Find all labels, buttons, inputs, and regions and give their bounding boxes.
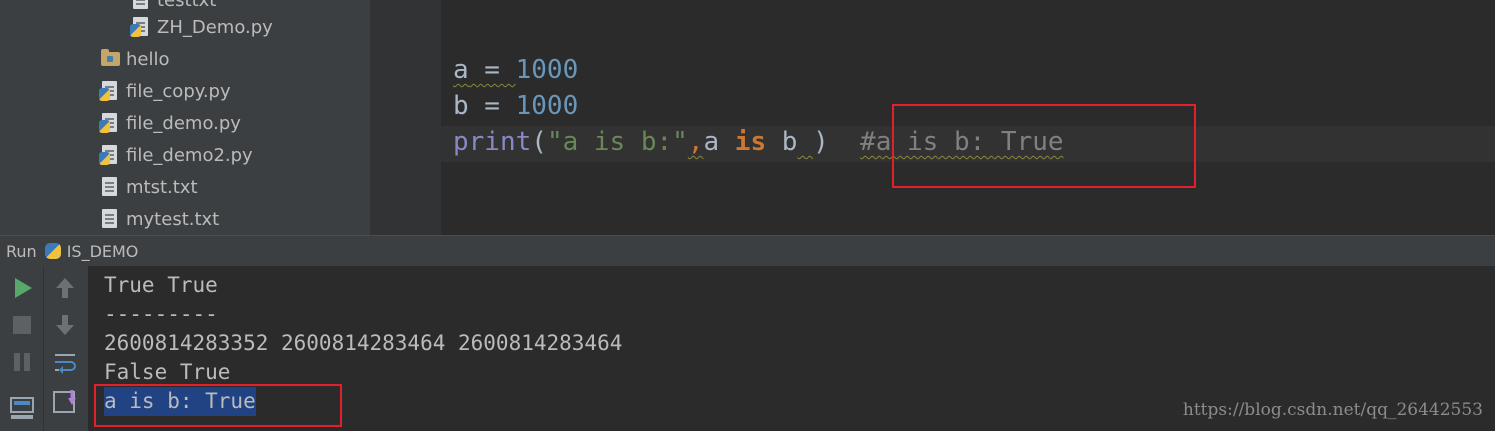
var-b: b — [453, 91, 469, 121]
text-file-icon — [99, 176, 121, 198]
python-config-icon — [43, 241, 63, 261]
tree-item-label: mytest.txt — [126, 208, 220, 230]
pause-icon[interactable] — [8, 348, 36, 376]
arg-b: b — [781, 127, 798, 157]
run-config-name[interactable]: IS_DEMO — [67, 242, 139, 261]
console-line: 2600814283352 2600814283464 260081428346… — [104, 331, 623, 355]
tree-item-testtxt[interactable]: testtxt — [130, 0, 216, 14]
open-paren: ( — [531, 127, 547, 157]
tree-item-label: ZH_Demo.py — [157, 16, 273, 38]
console-line: False True — [104, 360, 231, 384]
tree-item-file-demo2[interactable]: file_demo2.py — [99, 141, 253, 169]
run-toolbar — [0, 266, 88, 431]
comma: , — [687, 127, 704, 157]
tree-item-mtst[interactable]: mtst.txt — [99, 173, 198, 201]
python-file-icon — [99, 112, 121, 134]
console-line: True True — [104, 273, 218, 297]
number-literal: 1000 — [515, 91, 579, 121]
highlight-box-output — [94, 384, 342, 427]
number-literal: 1000 — [515, 55, 579, 85]
arg-a: a — [703, 127, 720, 157]
tree-item-label: hello — [126, 48, 170, 70]
print-function: print — [453, 127, 532, 157]
code-line-1[interactable]: a = 1000 — [453, 52, 578, 88]
restore-layout-icon[interactable] — [8, 394, 36, 422]
close-paren: ) — [813, 127, 829, 157]
assign-operator: = — [468, 55, 516, 85]
string-literal: "a is b:" — [546, 127, 688, 157]
watermark: https://blog.csdn.net/qq_26442553 — [1182, 400, 1483, 420]
run-panel-header[interactable]: Run IS_DEMO — [0, 235, 1495, 266]
tree-item-hello[interactable]: hello — [99, 45, 170, 73]
is-keyword: is — [734, 127, 767, 157]
project-tree: testtxt ZH_Demo.py hello file_copy.py fi… — [0, 0, 370, 235]
scroll-to-end-icon[interactable] — [51, 388, 79, 416]
assign-operator: = — [468, 91, 516, 121]
run-panel-label: Run — [6, 241, 37, 261]
tree-item-label: file_demo.py — [126, 112, 241, 134]
tree-item-label: file_copy.py — [126, 80, 231, 102]
toolbar-divider — [43, 266, 44, 431]
arrow-up-icon[interactable] — [51, 274, 79, 302]
python-file-icon — [99, 80, 121, 102]
tree-item-mytest[interactable]: mytest.txt — [99, 205, 219, 233]
python-file-icon — [130, 16, 152, 38]
code-line-2[interactable]: b = 1000 — [453, 88, 578, 124]
highlight-box-comment — [892, 104, 1196, 188]
text-file-icon — [130, 0, 152, 11]
tree-item-label: file_demo2.py — [126, 144, 253, 166]
editor-gutter — [370, 0, 441, 235]
folder-icon — [99, 48, 121, 70]
tree-item-label: testtxt — [157, 0, 217, 11]
console-line: --------- — [104, 302, 218, 326]
play-icon[interactable] — [8, 274, 36, 302]
tree-item-file-copy[interactable]: file_copy.py — [99, 77, 231, 105]
stop-icon[interactable] — [8, 311, 36, 339]
text-file-icon — [99, 208, 121, 230]
python-file-icon — [99, 144, 121, 166]
tree-item-zh-demo[interactable]: ZH_Demo.py — [130, 13, 273, 41]
var-a: a — [453, 55, 469, 85]
soft-wrap-icon[interactable] — [51, 348, 79, 376]
tree-item-file-demo[interactable]: file_demo.py — [99, 109, 241, 137]
tree-item-label: mtst.txt — [126, 176, 198, 198]
arrow-down-icon[interactable] — [51, 311, 79, 339]
